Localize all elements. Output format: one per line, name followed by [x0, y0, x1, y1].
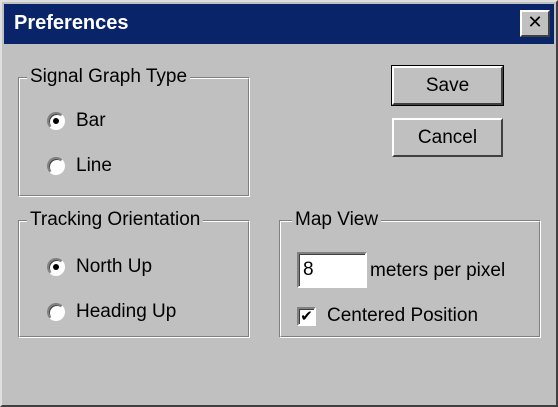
map-view-legend: Map View [292, 208, 382, 232]
radio-button-bar[interactable] [47, 112, 65, 130]
radio-bar[interactable]: Bar [47, 108, 106, 134]
cancel-button[interactable]: Cancel [392, 118, 503, 157]
radio-bar-label: Bar [76, 110, 106, 131]
radio-heading-up-label: Heading Up [76, 301, 177, 322]
signal-graph-type-legend: Signal Graph Type [27, 65, 191, 89]
tracking-orientation-legend: Tracking Orientation [27, 208, 204, 232]
radio-button-line[interactable] [47, 157, 65, 175]
radio-heading-up[interactable]: Heading Up [47, 299, 176, 325]
radio-selected-dot [53, 118, 59, 124]
radio-line[interactable]: Line [47, 153, 112, 179]
meters-per-pixel-input[interactable] [297, 252, 367, 288]
map-view-group: Map View meters per pixel ✔ Centered Pos… [279, 208, 541, 338]
centered-position-checkbox[interactable]: ✔ [297, 306, 316, 326]
radio-north-up-label: North Up [76, 256, 153, 277]
preferences-dialog: Preferences ✕ Signal Graph Type Bar Line… [0, 0, 558, 407]
radio-selected-dot [53, 264, 59, 270]
tracking-orientation-group: Tracking Orientation North Up Heading Up [18, 208, 250, 338]
window-title: Preferences [14, 12, 129, 34]
save-button[interactable]: Save [391, 65, 504, 106]
centered-position-checkbox-row[interactable]: ✔ Centered Position [297, 303, 478, 329]
radio-button-heading-up[interactable] [47, 303, 65, 321]
centered-position-label: Centered Position [327, 305, 479, 326]
signal-graph-type-group: Signal Graph Type Bar Line [18, 65, 250, 197]
radio-north-up[interactable]: North Up [47, 254, 152, 280]
title-bar[interactable]: Preferences ✕ [4, 4, 554, 44]
checkmark-icon: ✔ [300, 306, 313, 325]
close-icon: ✕ [527, 12, 543, 33]
close-button[interactable]: ✕ [520, 10, 550, 37]
radio-line-label: Line [76, 155, 112, 176]
radio-button-north-up[interactable] [47, 258, 65, 276]
meters-per-pixel-label: meters per pixel [370, 260, 506, 281]
